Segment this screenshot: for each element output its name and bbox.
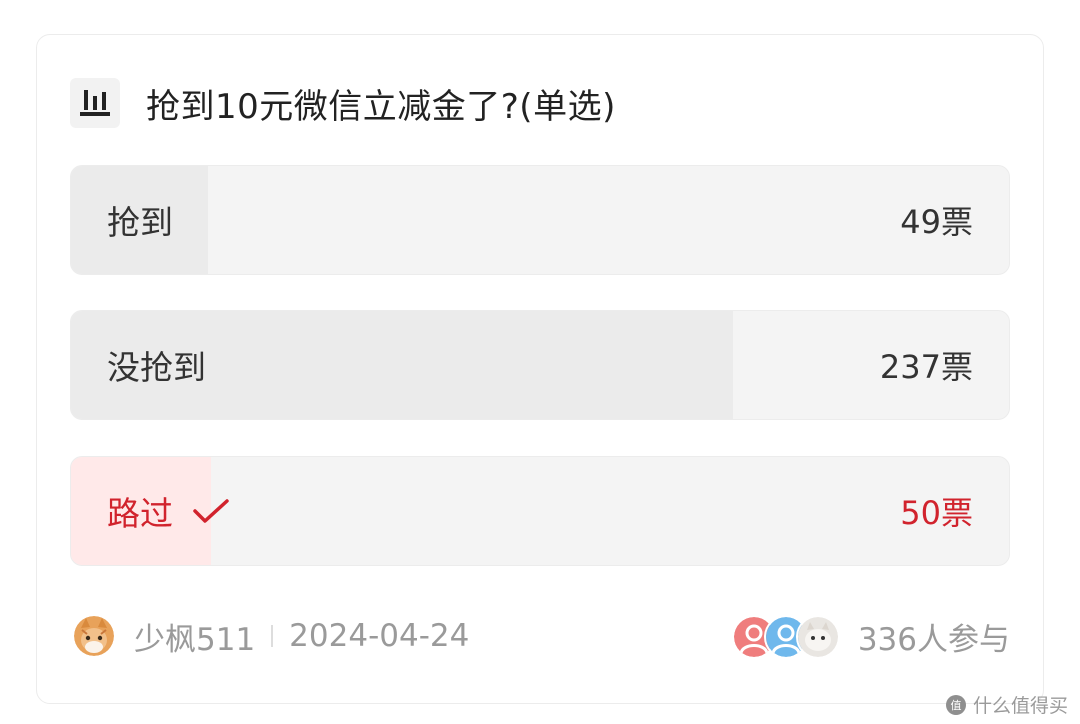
bar-chart-icon (70, 78, 120, 128)
poll-option-did-not-get[interactable]: 没抢到 237票 (70, 310, 1010, 420)
option-label: 没抢到 (107, 348, 206, 387)
participant-avatars (731, 615, 840, 659)
participants-summary[interactable]: 336人参与 (731, 614, 1010, 659)
author-name[interactable]: 少枫511 (134, 614, 255, 659)
poll-header: 抢到10元微信立减金了?(单选) (70, 78, 616, 128)
option-votes: 237票 (879, 348, 973, 386)
smzdm-logo-icon: 值 (945, 694, 966, 715)
option-label: 路过 (107, 457, 231, 565)
option-votes: 50票 (900, 494, 973, 532)
meta-divider (271, 625, 274, 647)
option-votes: 49票 (900, 203, 973, 241)
checkmark-icon (191, 496, 231, 526)
post-date: 2024-04-24 (289, 618, 470, 654)
poll-meta: 少枫511 2024-04-24 (74, 614, 469, 658)
svg-text:值: 值 (950, 699, 961, 712)
participant-avatar (795, 615, 840, 659)
watermark-text: 什么值得买 (972, 695, 1068, 717)
poll-title: 抢到10元微信立减金了?(单选) (146, 86, 616, 127)
poll-option-passing-by[interactable]: 路过 50票 (70, 456, 1010, 566)
watermark: 值 什么值得买 (945, 691, 1068, 718)
option-label-text: 路过 (107, 494, 173, 533)
author-avatar[interactable] (74, 616, 114, 656)
poll-option-got-it[interactable]: 抢到 49票 (70, 165, 1010, 275)
participant-count: 336人参与 (857, 621, 1010, 658)
option-label: 抢到 (107, 203, 173, 242)
